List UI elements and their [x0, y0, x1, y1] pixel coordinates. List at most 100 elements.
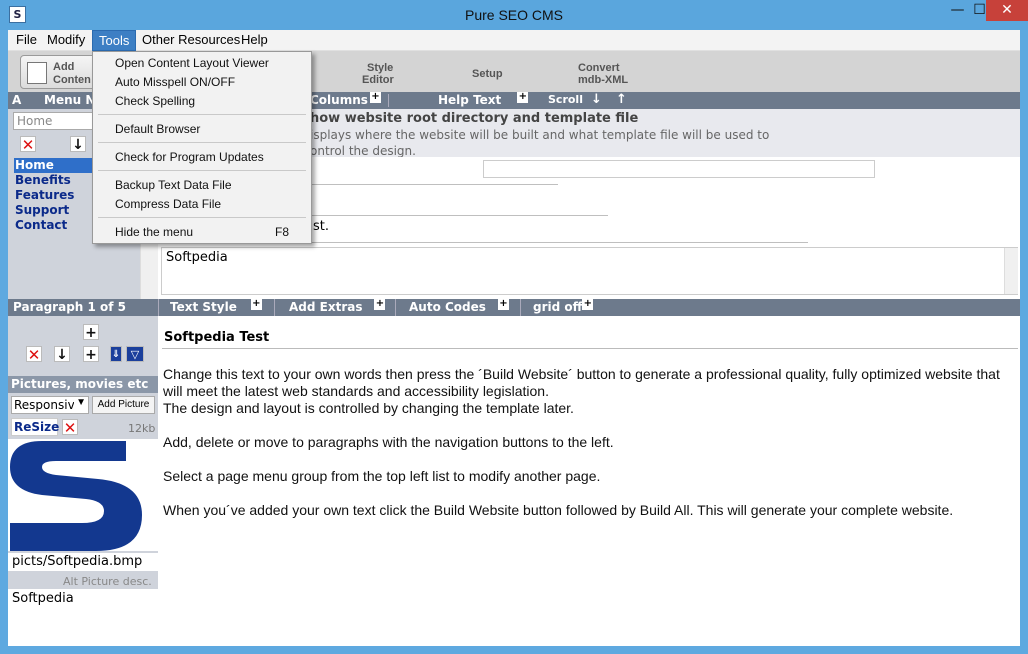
- delete-paragraph-icon[interactable]: ✕: [26, 346, 42, 363]
- columns-menu[interactable]: Columns +: [310, 92, 381, 108]
- close-button[interactable]: ✕: [986, 0, 1028, 21]
- convert-label-2: mdb-XML: [578, 74, 629, 86]
- page-title-value: Softpedia: [166, 250, 228, 265]
- menu-name-label[interactable]: Menu N: [44, 92, 95, 108]
- scroll-label: Scroll: [548, 93, 583, 106]
- nav-item-support[interactable]: Support: [14, 203, 94, 218]
- plus-icon: +: [250, 298, 262, 310]
- nav-item-contact[interactable]: Contact: [14, 218, 94, 233]
- menu-backup-text-data[interactable]: Backup Text Data File: [115, 178, 232, 192]
- pictures-header: Pictures, movies etc: [8, 376, 158, 393]
- page-select-value: Home: [17, 114, 53, 128]
- paragraph-text: Change this text to your own words then …: [163, 366, 1009, 519]
- scroll-up-icon[interactable]: ↑: [616, 92, 627, 108]
- menu-open-content-layout-viewer[interactable]: Open Content Layout Viewer: [115, 56, 269, 70]
- plus-icon: +: [582, 298, 594, 310]
- scroll-down-icon[interactable]: ↓: [591, 92, 602, 108]
- picture-preview[interactable]: [8, 439, 158, 551]
- menu-compress-data[interactable]: Compress Data File: [115, 197, 221, 211]
- resize-button[interactable]: ReSize: [11, 418, 59, 436]
- paragraph-editor[interactable]: Softpedia Test Change this text to your …: [158, 318, 1020, 646]
- text-style-label: Text Style: [170, 300, 237, 314]
- grid-toggle[interactable]: grid off+: [533, 298, 594, 315]
- menu-modify[interactable]: Modify: [41, 30, 91, 51]
- menu-separator: [98, 170, 306, 171]
- setup-label: Setup: [472, 68, 503, 80]
- responsive-select[interactable]: Responsive ▼: [11, 396, 89, 414]
- top-bar-a: A: [12, 93, 22, 107]
- menu-separator: [98, 114, 306, 115]
- page-title-textarea[interactable]: Softpedia: [161, 247, 1018, 295]
- alt-desc-input[interactable]: Softpedia: [8, 589, 158, 646]
- paragraph-controls: + ✕ ↓ + ⇓ ▽: [8, 316, 158, 376]
- menu-separator: [98, 217, 306, 218]
- auto-codes-menu[interactable]: Auto Codes +: [409, 299, 509, 315]
- menu-separator: [98, 142, 306, 143]
- title-bar[interactable]: S Pure SEO CMS — ☐ ✕: [0, 0, 1028, 30]
- add-picture-button[interactable]: Add Picture: [92, 396, 155, 414]
- delete-picture-icon[interactable]: ✕: [62, 419, 78, 436]
- picture-path[interactable]: picts/Softpedia.bmp: [8, 553, 158, 571]
- plus-icon: +: [374, 298, 386, 310]
- collapse-icon[interactable]: ▽: [126, 346, 144, 362]
- menu-tools[interactable]: Tools: [92, 30, 137, 51]
- add-extras-label: Add Extras: [289, 300, 363, 314]
- hide-menu-shortcut: F8: [275, 225, 290, 239]
- tools-dropdown-menu: Open Content Layout Viewer Auto Misspell…: [92, 51, 312, 244]
- add-content-button[interactable]: Add Conten: [20, 55, 100, 89]
- paragraph-4: Select a page menu group from the top le…: [163, 468, 601, 484]
- move-paragraph-down-icon[interactable]: ↓: [54, 346, 70, 363]
- client-area: File Modify Tools Other Resources Help A…: [8, 30, 1020, 646]
- plus-icon: +: [517, 91, 529, 103]
- plus-icon: +: [369, 91, 381, 103]
- convert-label-1: Convert: [578, 62, 620, 74]
- paragraph-count: Paragraph 1 of 5: [13, 300, 127, 314]
- delete-page-icon[interactable]: ✕: [20, 136, 36, 153]
- softpedia-logo-image: [10, 441, 142, 551]
- page-edit-icon: [27, 62, 47, 84]
- move-down-icon[interactable]: ↓: [70, 136, 86, 153]
- menu-hide-the-menu[interactable]: Hide the menu: [115, 225, 193, 239]
- help-text-label: Help Text: [438, 93, 502, 107]
- nav-item-features[interactable]: Features: [14, 188, 94, 203]
- menu-check-updates[interactable]: Check for Program Updates: [115, 150, 264, 164]
- textarea-scrollbar[interactable]: [1004, 248, 1018, 294]
- add-extras-menu[interactable]: Add Extras +: [289, 298, 386, 315]
- add-paragraph-above-icon[interactable]: +: [83, 324, 99, 341]
- menu-help[interactable]: Help: [235, 30, 274, 51]
- text-style-menu[interactable]: Text Style +: [170, 299, 262, 315]
- move-to-end-icon[interactable]: ⇓: [110, 346, 122, 362]
- grid-label: grid off: [533, 300, 583, 314]
- convert-mdb-xml-button[interactable]: Convert mdb-XML: [578, 62, 648, 94]
- paragraph-3: Add, delete or move to paragraphs with t…: [163, 434, 614, 450]
- menu-check-spelling[interactable]: Check Spelling: [115, 94, 195, 108]
- columns-label: Columns: [310, 93, 368, 107]
- picture-size: 12kb: [128, 422, 156, 435]
- menu-auto-misspell[interactable]: Auto Misspell ON/OFF: [115, 75, 235, 89]
- help-title: how website root directory and template …: [310, 111, 639, 126]
- help-text-menu[interactable]: Help Text +: [438, 91, 529, 108]
- menu-bar: File Modify Tools Other Resources Help: [8, 30, 1020, 51]
- menu-default-browser[interactable]: Default Browser: [115, 122, 200, 136]
- style-editor-label-2: Editor: [362, 74, 394, 86]
- menu-file[interactable]: File: [10, 30, 43, 51]
- style-editor-button[interactable]: Style Editor: [362, 62, 432, 94]
- chevron-down-icon: ▼: [76, 397, 86, 408]
- plus-icon: +: [497, 298, 509, 310]
- help-text: isplays where the website will be built …: [310, 127, 910, 159]
- paragraph-1: Change this text to your own words then …: [163, 366, 1000, 399]
- add-paragraph-below-icon[interactable]: +: [83, 346, 99, 363]
- template-file-field[interactable]: [483, 160, 875, 178]
- auto-codes-label: Auto Codes: [409, 300, 486, 314]
- nav-item-home[interactable]: Home: [14, 158, 94, 173]
- alt-desc-label: Alt Picture desc.: [63, 575, 152, 588]
- style-editor-label-1: Style: [367, 62, 394, 74]
- app-window: S Pure SEO CMS — ☐ ✕ File Modify Tools O…: [0, 0, 1028, 654]
- paragraph-bar: Paragraph 1 of 5 Text Style + Add Extras +…: [8, 299, 1020, 316]
- nav-item-benefits[interactable]: Benefits: [14, 173, 94, 188]
- text-fragment: st.: [313, 219, 330, 234]
- menu-other-resources[interactable]: Other Resources: [136, 30, 246, 51]
- window-title: Pure SEO CMS: [464, 7, 564, 23]
- add-content-label-2: Conten: [53, 74, 91, 86]
- paragraph-2: The design and layout is controlled by c…: [163, 400, 574, 416]
